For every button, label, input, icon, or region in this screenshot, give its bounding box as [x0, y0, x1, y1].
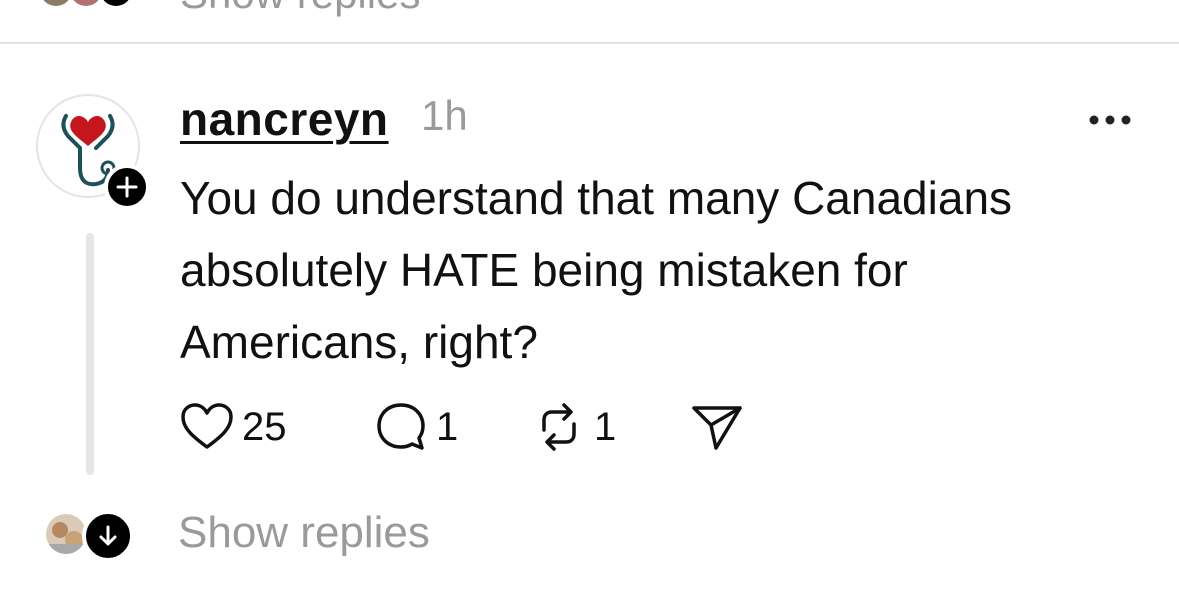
- comment-button[interactable]: 1: [374, 400, 458, 454]
- repost-count: 1: [594, 404, 617, 449]
- thread-line: [86, 233, 94, 475]
- comment-bubble-icon: [377, 403, 425, 450]
- heart-icon: [181, 403, 233, 449]
- reply-avatar: [46, 514, 86, 554]
- post-divider: [0, 42, 1179, 44]
- comment-count: 1: [436, 404, 459, 449]
- share-button[interactable]: [690, 400, 744, 454]
- reply-avatar: [70, 0, 102, 6]
- reply-avatar-image: [46, 514, 86, 554]
- more-options-button[interactable]: [1086, 108, 1134, 132]
- repost-icon: [542, 403, 576, 451]
- send-icon: [692, 406, 742, 450]
- post-text: You do understand that many Canadians ab…: [180, 172, 1013, 368]
- replies-avatars[interactable]: [46, 510, 146, 562]
- reply-avatar: [40, 0, 72, 6]
- arrow-down-icon: [99, 525, 117, 546]
- follow-button[interactable]: [104, 164, 150, 210]
- show-replies-link[interactable]: Show replies: [178, 508, 430, 558]
- previous-reply-avatars: [40, 0, 160, 6]
- post-actions: 25 1 1: [180, 400, 780, 454]
- username-link[interactable]: nancreyn: [180, 92, 389, 146]
- repost-button[interactable]: 1: [532, 400, 616, 454]
- post-timestamp: 1h: [421, 92, 468, 139]
- expand-replies-button[interactable]: [82, 510, 134, 562]
- more-horizontal-icon: [1089, 115, 1131, 125]
- like-count: 25: [242, 404, 287, 449]
- previous-post-remnant: Show replies: [40, 0, 740, 17]
- reply-avatar: [100, 0, 132, 6]
- plus-icon: [116, 176, 138, 198]
- show-replies-link[interactable]: Show replies: [180, 0, 420, 18]
- like-button[interactable]: 25: [180, 400, 287, 454]
